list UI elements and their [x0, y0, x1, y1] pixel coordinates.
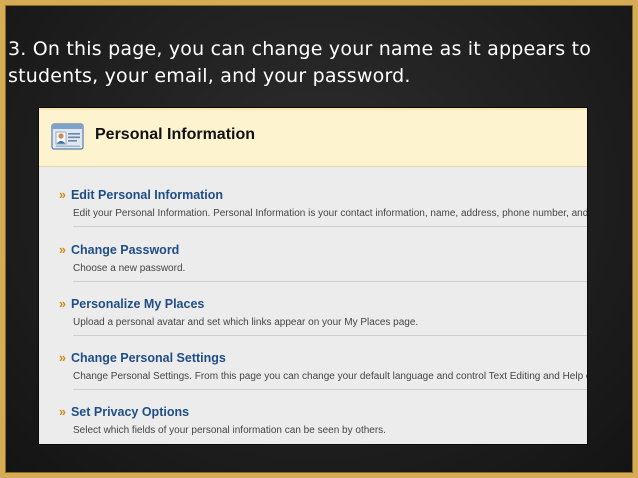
chevron-right-icon: »	[59, 243, 66, 257]
item-description: Choose a new password.	[73, 263, 186, 274]
panel-header: Personal Information	[39, 108, 587, 167]
change-personal-settings-link[interactable]: » Change Personal Settings	[59, 351, 226, 365]
link-label: Change Personal Settings	[70, 351, 226, 365]
link-label: Personalize My Places	[70, 297, 205, 311]
item-description: Change Personal Settings. From this page…	[73, 371, 587, 382]
chevron-right-icon: »	[59, 188, 66, 202]
personalize-my-places-link[interactable]: » Personalize My Places	[59, 297, 204, 311]
page-title: Personal Information	[95, 126, 256, 143]
profile-card-icon	[51, 122, 85, 152]
divider	[73, 226, 587, 227]
divider	[73, 389, 587, 390]
slide-caption: 3. On this page, you can change your nam…	[8, 38, 592, 87]
change-password-link[interactable]: » Change Password	[59, 243, 179, 257]
divider	[73, 281, 587, 282]
item-description: Upload a personal avatar and set which l…	[73, 317, 419, 328]
chevron-right-icon: »	[59, 405, 66, 419]
item-description: Select which fields of your personal inf…	[73, 425, 386, 436]
set-privacy-options-link[interactable]: » Set Privacy Options	[59, 405, 189, 419]
link-label: Set Privacy Options	[70, 405, 190, 419]
edit-personal-information-link[interactable]: » Edit Personal Information	[59, 188, 223, 202]
chevron-right-icon: »	[59, 351, 66, 365]
link-label: Change Password	[70, 243, 180, 257]
chevron-right-icon: »	[59, 297, 66, 311]
link-label: Edit Personal Information	[70, 188, 224, 202]
item-description: Edit your Personal Information. Personal…	[73, 208, 587, 219]
divider	[73, 335, 587, 336]
personal-information-panel: Personal Information » Edit Personal Info…	[39, 108, 587, 444]
